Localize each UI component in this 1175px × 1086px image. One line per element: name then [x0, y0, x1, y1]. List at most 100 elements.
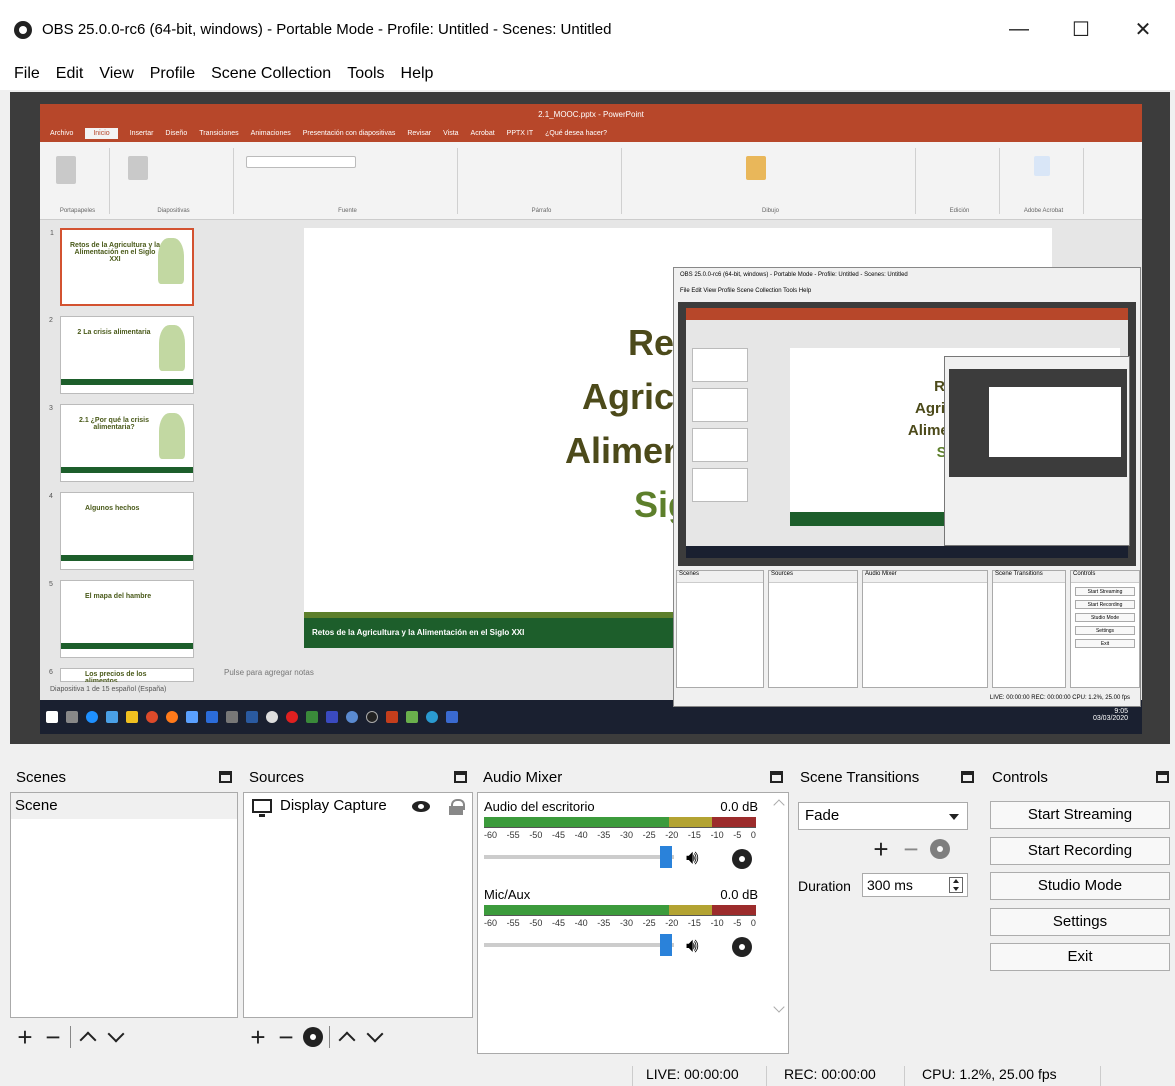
slide-thumbnail: 2 2 La crisis alimentaria	[49, 316, 194, 394]
app-icon	[266, 711, 278, 723]
menu-tools[interactable]: Tools	[339, 65, 392, 83]
scenes-dock-header: Scenes	[10, 764, 238, 792]
menu-help[interactable]: Help	[393, 65, 442, 83]
captured-display[interactable]: 2.1_MOOC.pptx - PowerPoint Archivo Inici…	[40, 104, 1142, 734]
source-item[interactable]: Display Capture	[244, 793, 472, 819]
slide-footer-bar	[61, 379, 193, 385]
app-icon	[226, 711, 238, 723]
meter-ticks: -60 -55 -50 -45 -40 -35 -30 -25 -20 -15 -10 -5 0	[484, 915, 756, 931]
move-scene-down-button[interactable]	[105, 1026, 127, 1048]
mixer-title: Audio Mixer	[483, 769, 563, 786]
exit-button[interactable]: Exit	[990, 943, 1170, 971]
scroll-down-arrow-icon[interactable]	[773, 1001, 785, 1013]
remove-scene-button[interactable]: −	[42, 1024, 64, 1050]
spin-arrows-icon[interactable]	[949, 877, 963, 893]
slide-thumbnail: 6 Los precios de los alimentos	[49, 668, 194, 685]
slide-thumbnail-title: 2 La crisis alimentaria	[77, 329, 151, 336]
undock-icon[interactable]	[219, 771, 232, 783]
powerpoint-ribbon-tabs: Archivo Inicio Insertar Diseño Transicio…	[40, 124, 1142, 142]
minimize-button[interactable]: —	[996, 12, 1042, 46]
remove-transition-button[interactable]: −	[900, 836, 922, 862]
visibility-eye-icon[interactable]	[412, 801, 430, 812]
hand-leaf-image	[159, 413, 185, 459]
channel-settings-gear-icon[interactable]	[732, 849, 752, 869]
transition-select[interactable]: Fade	[798, 802, 968, 830]
add-scene-button[interactable]: +	[14, 1024, 36, 1050]
mixer-body: Audio del escritorio 0.0 dB -60 -55 -50 -45…	[477, 792, 789, 1054]
transitions-title: Scene Transitions	[800, 769, 920, 786]
menu-profile[interactable]: Profile	[142, 65, 203, 83]
menu-scene-collection[interactable]: Scene Collection	[203, 65, 339, 83]
scenes-title: Scenes	[16, 769, 67, 786]
app-icon	[446, 711, 458, 723]
maximize-button[interactable]: ☐	[1058, 12, 1104, 46]
word-icon	[206, 711, 218, 723]
slide-thumbnail: 3 2.1 ¿Por qué la crisis alimentaria?	[49, 404, 194, 482]
app-icon	[246, 711, 258, 723]
nested-dock-controls: Controls Start Streaming Start Recording…	[1070, 570, 1140, 688]
menu-edit[interactable]: Edit	[48, 65, 92, 83]
app-icon	[306, 711, 318, 723]
undock-icon[interactable]	[454, 771, 467, 783]
menu-view[interactable]: View	[91, 65, 141, 83]
lock-icon[interactable]	[449, 799, 465, 815]
status-separator	[1100, 1066, 1101, 1086]
arrange-icon	[746, 156, 766, 180]
slide-number: 1	[50, 230, 54, 237]
slide-thumbnails: 1 Retos de la Agricultura y la Alimentac…	[40, 220, 212, 685]
move-source-up-button[interactable]	[336, 1026, 358, 1048]
undock-icon[interactable]	[1156, 771, 1169, 783]
source-properties-gear-icon[interactable]	[303, 1027, 323, 1047]
speaker-mute-icon[interactable]: 🔊︎	[686, 935, 714, 957]
duration-spinbox[interactable]: 300 ms	[862, 873, 968, 897]
start-streaming-button[interactable]: Start Streaming	[990, 801, 1170, 829]
app-icon	[106, 711, 118, 723]
ribbon-group: Dibujo	[626, 148, 916, 214]
volume-slider[interactable]	[484, 846, 674, 868]
slide-number: 6	[49, 669, 53, 676]
start-icon	[46, 711, 58, 723]
nested-dock-mixer: Audio Mixer	[862, 570, 988, 688]
ribbon-group: Edición	[920, 148, 1000, 214]
transition-toolbar: + −	[870, 836, 950, 862]
controls-dock-header: Controls	[986, 764, 1175, 792]
volume-slider[interactable]	[484, 934, 674, 956]
sources-list[interactable]: Display Capture	[243, 792, 473, 1018]
meter-ticks: -60 -55 -50 -45 -40 -35 -30 -25 -20 -15 -10 -5 0	[484, 827, 756, 843]
slider-knob[interactable]	[660, 846, 672, 868]
app-icon	[346, 711, 358, 723]
scenes-list[interactable]: Scene	[10, 792, 238, 1018]
channel-name: Audio del escritorio	[484, 799, 595, 814]
slider-knob[interactable]	[660, 934, 672, 956]
ribbon-group-label: Edición	[949, 208, 970, 214]
speaker-mute-icon[interactable]: 🔊︎	[686, 847, 714, 869]
scroll-up-arrow-icon[interactable]	[773, 799, 785, 811]
undock-icon[interactable]	[770, 771, 783, 783]
duration-label: Duration	[798, 878, 851, 894]
nested-start-recording: Start Recording	[1075, 600, 1135, 609]
slide-thumbnail-title: El mapa del hambre	[85, 593, 152, 600]
add-source-button[interactable]: +	[247, 1024, 269, 1050]
scene-item[interactable]: Scene	[11, 793, 237, 819]
studio-mode-button[interactable]: Studio Mode	[990, 872, 1170, 900]
nested-exit: Exit	[1075, 639, 1135, 648]
channel-settings-gear-icon[interactable]	[732, 937, 752, 957]
pp-tab: PPTX IT	[506, 129, 534, 137]
toolbar-separator	[329, 1026, 330, 1048]
move-source-down-button[interactable]	[364, 1026, 386, 1048]
settings-button[interactable]: Settings	[990, 908, 1170, 936]
menu-file[interactable]: File	[6, 65, 48, 83]
clock-time: 9:05	[1114, 708, 1128, 715]
mixer-scrollbar[interactable]	[772, 795, 786, 1017]
ribbon-group-label: Adobe Acrobat	[1023, 208, 1064, 214]
close-button[interactable]: ✕	[1120, 12, 1166, 46]
ribbon-group-label: Párrafo	[531, 208, 552, 214]
move-scene-up-button[interactable]	[77, 1026, 99, 1048]
slide-footer-bar	[61, 467, 193, 473]
transition-properties-gear-icon[interactable]	[930, 839, 950, 859]
start-recording-button[interactable]: Start Recording	[990, 837, 1170, 865]
add-transition-button[interactable]: +	[870, 836, 892, 862]
remove-source-button[interactable]: −	[275, 1024, 297, 1050]
undock-icon[interactable]	[961, 771, 974, 783]
pp-tab: Revisar	[407, 129, 432, 137]
